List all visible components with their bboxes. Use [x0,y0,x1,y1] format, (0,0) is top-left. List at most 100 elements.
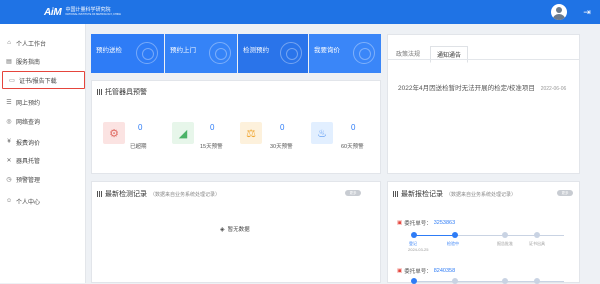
logout-icon[interactable]: ⇥ [582,6,592,18]
order-label: 委托单号： [404,221,432,227]
step-label: 报告批准 [497,241,513,246]
step-dot [452,232,458,238]
certificate-icon: ▭ [9,77,15,84]
step-dot [411,278,417,284]
sidebar-item-certificate-download[interactable]: ▭ 证书/报告下载 [2,71,85,89]
empty-text: 暂无数据 [227,227,250,233]
expired-icon: ⚙ [103,122,125,144]
more-button[interactable]: 更多 [557,190,573,196]
alarm-60-days[interactable]: ♨ 0 60天预警 [311,120,373,154]
step-label: 检验中 [447,241,459,246]
sidebar-item-label: 个人中心 [16,199,41,206]
sidebar-item-device-custody[interactable]: ✕ 器具托管 [0,151,86,169]
order-icon: ▣ [397,220,403,226]
sidebar-item-quote[interactable]: ¥ 报费询价 [0,133,86,151]
thermometer-icon: ♨ [311,122,333,144]
sidebar-item-label: 证书/报告下载 [19,78,57,85]
empty-box-icon: ◈ [220,226,225,233]
tile-decoration-icon [353,42,375,64]
step-dot [502,232,508,238]
tile-decoration-icon [280,42,302,64]
alarm-expired[interactable]: ⚙ 0 已超期 [103,120,165,154]
user-icon: ☺ [6,198,13,204]
tile-onsite-booking[interactable]: 预约上门 [165,34,237,73]
cart-icon: ☰ [6,99,12,106]
order-icon: ▣ [397,268,403,274]
tab-policy[interactable]: 政策法规 [390,46,426,63]
order-number[interactable]: 8240358 [434,268,455,274]
logo-text-en: NATIONAL INSTITUTE OF METROLOGY, CHINA [65,13,121,16]
tools-icon: ✕ [6,157,12,164]
sidebar-item-alarm[interactable]: ◷ 预警管理 [0,170,86,188]
alarm-15-days[interactable]: ◢ 0 15天预警 [172,120,234,154]
top-bar: AiM 中国计量科学研究院 NATIONAL INSTITUTE OF METR… [0,0,600,24]
notice-text: 2022年4月因送检暂时无法开展的检定/校准项目 [398,85,535,92]
tile-decoration-icon [136,42,158,64]
sidebar-item-label: 个人工作台 [16,41,47,48]
progress-track [414,281,564,282]
alarm-label: 60天预警 [341,144,364,150]
sidebar-item-query[interactable]: ◎ 网络查询 [0,112,86,130]
alarm-icon: ◷ [6,176,12,183]
ruler-icon: ◢ [172,122,194,144]
notice-item[interactable]: 2022年4月因送检暂时无法开展的检定/校准项目 2022-06-06 [398,82,566,92]
alarm-count: 0 [210,123,215,132]
device-alarm-title: 托管器具预警 [97,87,147,97]
book-icon: ▤ [6,58,12,65]
sidebar-item-online-booking[interactable]: ☰ 网上预约 [0,93,86,111]
tile-test-booking[interactable]: 检测预约 [238,34,308,73]
tab-divider [387,59,580,60]
logo[interactable]: AiM 中国计量科学研究院 NATIONAL INSTITUTE OF METR… [44,5,121,19]
step-dot [502,278,508,284]
progress-fill [414,235,455,236]
scale-icon: ⚖ [240,122,262,144]
tile-label: 我要询价 [314,47,340,54]
tile-label: 预约上门 [170,47,196,54]
empty-state: ◈ 暂无数据 [220,225,250,234]
order-row[interactable]: ▣ 委托单号： 8240358 [397,267,455,275]
alarm-label: 已超期 [130,144,147,150]
tile-label: 检测预约 [243,47,269,54]
notice-tabs: 政策法规 通知通告 [390,46,469,63]
order-number[interactable]: 3253863 [434,220,455,226]
sidebar-item-label: 网上预约 [16,100,41,107]
alarm-count: 0 [351,123,356,132]
section-title-text: 托管器具预警 [105,89,147,96]
alarm-label: 30天预警 [270,144,293,150]
tile-decoration-icon [209,42,231,64]
home-icon: ⌂ [7,40,11,46]
avatar[interactable] [551,4,567,20]
tile-price-inquiry[interactable]: 我要询价 [309,34,381,73]
step-date: 2024-03-25 [408,247,429,252]
order-label: 委托单号： [404,269,432,275]
tile-label: 预约送检 [96,47,122,54]
bars-icon [97,89,102,95]
alarm-count: 0 [280,123,285,132]
section-subtitle: （数据来自业务系统处理记录） [446,191,517,198]
alarm-30-days[interactable]: ⚖ 0 30天预警 [240,120,302,154]
step-dot [411,232,417,238]
order-row[interactable]: ▣ 委托单号： 3253863 [397,219,455,227]
step-dot [452,278,458,284]
sidebar-item-label: 报费询价 [16,140,41,147]
section-subtitle: （数据来自业务系统处理记录） [150,191,221,198]
step-dot [534,232,540,238]
section-title-text: 最新报检记录 [401,191,443,198]
query-icon: ◎ [6,118,12,125]
tab-notices[interactable]: 通知通告 [430,46,469,63]
latest-reports-title: 最新报检记录 （数据来自业务系统处理记录） [393,189,516,199]
sidebar-item-personal-center[interactable]: ☺ 个人中心 [0,192,86,210]
sidebar-item-workbench[interactable]: ⌂ 个人工作台 [0,34,86,52]
tile-send-inspection[interactable]: 预约送检 [91,34,164,73]
more-button[interactable]: 更多 [345,190,361,196]
logo-mark: AiM [44,6,62,18]
sidebar-item-label: 网络查询 [16,119,41,126]
step-dot [534,278,540,284]
bars-icon [97,191,102,197]
section-title-text: 最新检测记录 [105,191,147,198]
bars-icon [393,191,398,197]
step-label: 证书出具 [529,241,545,246]
sidebar-item-label: 预警管理 [16,177,41,184]
sidebar-item-guide[interactable]: ▤ 服务指南 [0,52,86,70]
yen-icon: ¥ [7,139,11,145]
